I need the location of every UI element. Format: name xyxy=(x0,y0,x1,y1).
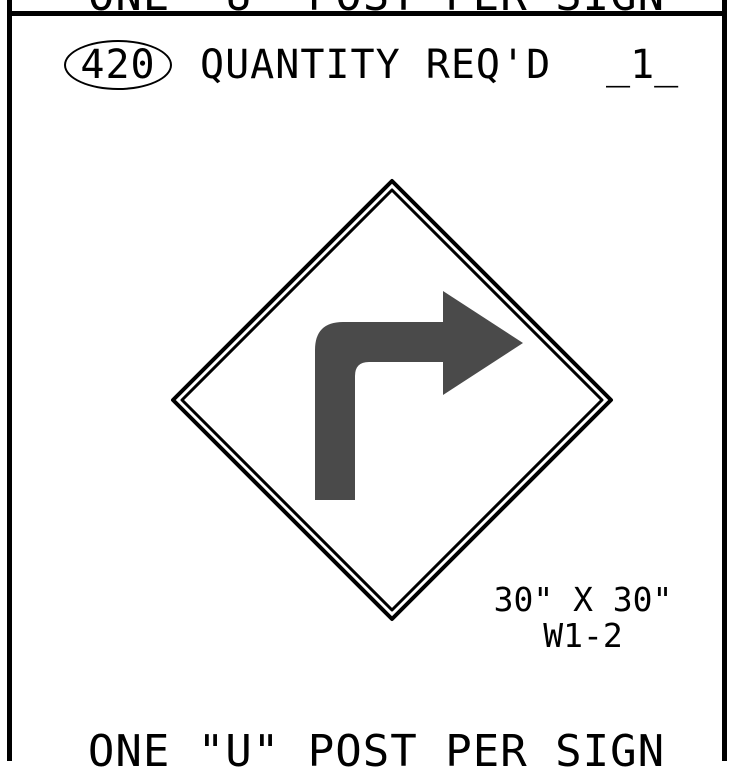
sign-dimensions: 30" X 30" xyxy=(493,580,673,619)
sign-size-label: 30" X 30" W1-2 xyxy=(478,582,688,654)
sign-code: W1-2 xyxy=(543,616,623,655)
bottom-note: ONE "U" POST PER SIGN xyxy=(87,726,666,777)
sign-outer-border xyxy=(171,179,613,621)
